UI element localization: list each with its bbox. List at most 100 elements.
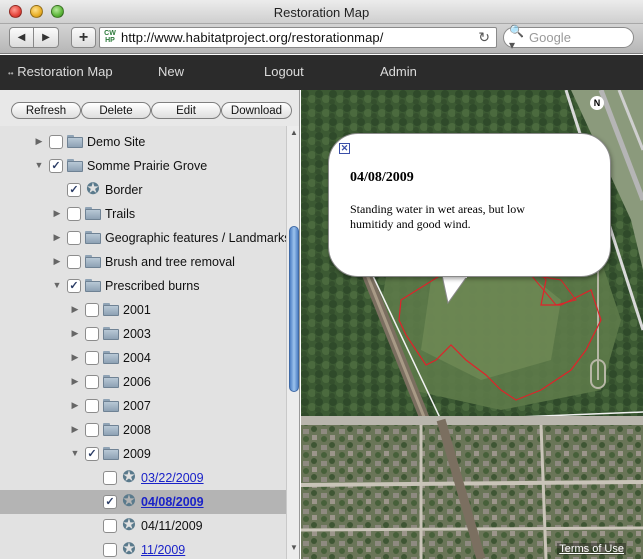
search-input[interactable]: 🔍▾ Google bbox=[503, 24, 634, 52]
tree-label[interactable]: 04/08/2009 bbox=[141, 495, 204, 509]
action-bar: Refresh Delete Edit Download bbox=[0, 90, 299, 126]
tree-row[interactable]: ▼ ✓ Prescribed burns bbox=[0, 274, 286, 298]
nav-restoration-map[interactable]: •• Restoration Map bbox=[8, 64, 113, 79]
expand-arrow-icon[interactable]: ▶ bbox=[70, 400, 80, 411]
edit-button[interactable]: Edit bbox=[151, 102, 221, 119]
tree-checkbox[interactable] bbox=[85, 423, 99, 437]
tree-label: Trails bbox=[105, 207, 136, 221]
delete-button[interactable]: Delete bbox=[81, 102, 151, 119]
tree-row[interactable]: ▶ Demo Site bbox=[0, 130, 286, 154]
expand-arrow-icon[interactable]: ▶ bbox=[34, 136, 44, 147]
map-feature-icon: ✪ bbox=[122, 493, 136, 510]
tree-checkbox[interactable] bbox=[67, 255, 81, 269]
tree-row[interactable]: ✪ 03/22/2009 bbox=[0, 466, 286, 490]
folder-icon bbox=[85, 231, 101, 244]
map-feature-icon: ✪ bbox=[122, 517, 136, 534]
collapse-arrow-icon[interactable]: ▼ bbox=[34, 160, 44, 170]
tree-checkbox[interactable] bbox=[85, 327, 99, 341]
tree-label[interactable]: 03/22/2009 bbox=[141, 471, 204, 485]
tree-checkbox[interactable]: ✓ bbox=[67, 279, 81, 293]
tree-checkbox[interactable]: ✓ bbox=[67, 183, 81, 197]
tree-checkbox[interactable] bbox=[85, 375, 99, 389]
expand-arrow-icon[interactable]: ▶ bbox=[52, 256, 62, 267]
tree-row[interactable]: ✓ ✪ 04/08/2009 bbox=[0, 490, 286, 514]
browser-toolbar: ◀ ▶ + CW HP http://www.habitatproject.or… bbox=[0, 24, 643, 54]
tree-checkbox[interactable] bbox=[85, 303, 99, 317]
tree-row[interactable]: ▶ Brush and tree removal bbox=[0, 250, 286, 274]
tree-label[interactable]: 11/2009 bbox=[141, 543, 185, 557]
close-icon[interactable]: ✕ bbox=[339, 143, 350, 154]
forward-button[interactable]: ▶ bbox=[34, 27, 59, 48]
expand-arrow-icon[interactable]: ▶ bbox=[70, 424, 80, 435]
tree-checkbox[interactable] bbox=[103, 519, 117, 533]
tree-row[interactable]: ▶ 2008 bbox=[0, 418, 286, 442]
collapse-arrow-icon[interactable]: ▼ bbox=[52, 280, 62, 290]
back-button[interactable]: ◀ bbox=[9, 27, 34, 48]
tree-label: 04/11/2009 bbox=[141, 519, 203, 533]
tree-row[interactable]: ▶ 2007 bbox=[0, 394, 286, 418]
tree-checkbox[interactable] bbox=[103, 471, 117, 485]
tree-checkbox[interactable] bbox=[49, 135, 63, 149]
tree-checkbox[interactable] bbox=[103, 543, 117, 557]
map-feature-icon: ✪ bbox=[86, 181, 100, 198]
tree-checkbox[interactable]: ✓ bbox=[103, 495, 117, 509]
folder-icon bbox=[67, 159, 83, 172]
address-bar[interactable]: CW HP http://www.habitatproject.org/rest… bbox=[99, 27, 497, 48]
folder-icon bbox=[103, 447, 119, 460]
nav-logout[interactable]: Logout bbox=[264, 64, 304, 79]
collapse-arrow-icon[interactable]: ▼ bbox=[70, 448, 80, 458]
tree-label: 2001 bbox=[123, 303, 151, 317]
tree-label: 2003 bbox=[123, 327, 151, 341]
search-icon[interactable]: 🔍▾ bbox=[509, 24, 529, 52]
folder-icon bbox=[85, 255, 101, 268]
scroll-down-icon[interactable]: ▼ bbox=[290, 543, 298, 552]
nav-admin[interactable]: Admin bbox=[380, 64, 417, 79]
tree-label: 2009 bbox=[123, 447, 151, 461]
tree-checkbox[interactable] bbox=[67, 231, 81, 245]
terms-of-use-link[interactable]: Terms of Use bbox=[557, 543, 626, 555]
folder-icon bbox=[103, 399, 119, 412]
tree-row[interactable]: ✪ 11/2009 bbox=[0, 538, 286, 559]
tree-checkbox[interactable] bbox=[85, 351, 99, 365]
window-title: Restoration Map bbox=[273, 5, 370, 20]
scroll-up-icon[interactable]: ▲ bbox=[290, 128, 298, 137]
scroll-thumb[interactable] bbox=[289, 226, 299, 392]
nav-dots-icon: •• bbox=[8, 69, 14, 78]
nav-new[interactable]: New bbox=[158, 64, 184, 79]
tree-checkbox[interactable]: ✓ bbox=[85, 447, 99, 461]
tree-row[interactable]: ▶ 2001 bbox=[0, 298, 286, 322]
tree-checkbox[interactable] bbox=[85, 399, 99, 413]
tree-row[interactable]: ▶ 2004 bbox=[0, 346, 286, 370]
nav-restoration-map-label: Restoration Map bbox=[17, 64, 113, 79]
tree-row[interactable]: ✓ ✪ Border bbox=[0, 178, 286, 202]
tree-label: Geographic features / Landmarks bbox=[105, 231, 286, 245]
tree-row[interactable]: ▶ 2003 bbox=[0, 322, 286, 346]
download-button[interactable]: Download bbox=[221, 102, 292, 119]
refresh-button[interactable]: Refresh bbox=[11, 102, 81, 119]
expand-arrow-icon[interactable]: ▶ bbox=[70, 304, 80, 315]
app-navbar: •• Restoration Map New Logout Admin bbox=[0, 55, 643, 90]
tree-row[interactable]: ▶ 2006 bbox=[0, 370, 286, 394]
folder-icon bbox=[85, 207, 101, 220]
tree-row[interactable]: ▼ ✓ 2009 bbox=[0, 442, 286, 466]
tree-row[interactable]: ▼ ✓ Somme Prairie Grove bbox=[0, 154, 286, 178]
tree-scrollbar[interactable]: ▲ ▼ bbox=[286, 126, 299, 559]
tree-checkbox[interactable] bbox=[67, 207, 81, 221]
popup-date: 04/08/2009 bbox=[350, 170, 414, 185]
north-arrow-icon: N bbox=[590, 96, 604, 110]
popup-note: Standing water in wet areas, but low hum… bbox=[350, 202, 525, 231]
expand-arrow-icon[interactable]: ▶ bbox=[52, 208, 62, 219]
expand-arrow-icon[interactable]: ▶ bbox=[70, 352, 80, 363]
tree-row[interactable]: ▶ Trails bbox=[0, 202, 286, 226]
expand-arrow-icon[interactable]: ▶ bbox=[52, 232, 62, 243]
folder-icon bbox=[103, 303, 119, 316]
expand-arrow-icon[interactable]: ▶ bbox=[70, 328, 80, 339]
tree-label: Brush and tree removal bbox=[105, 255, 235, 269]
tree-row[interactable]: ✪ 04/11/2009 bbox=[0, 514, 286, 538]
add-bookmark-button[interactable]: + bbox=[71, 27, 96, 48]
tree-row[interactable]: ▶ Geographic features / Landmarks bbox=[0, 226, 286, 250]
url-text[interactable]: http://www.habitatproject.org/restoratio… bbox=[121, 30, 383, 45]
reload-icon[interactable]: ↻ bbox=[478, 29, 490, 46]
tree-checkbox[interactable]: ✓ bbox=[49, 159, 63, 173]
expand-arrow-icon[interactable]: ▶ bbox=[70, 376, 80, 387]
